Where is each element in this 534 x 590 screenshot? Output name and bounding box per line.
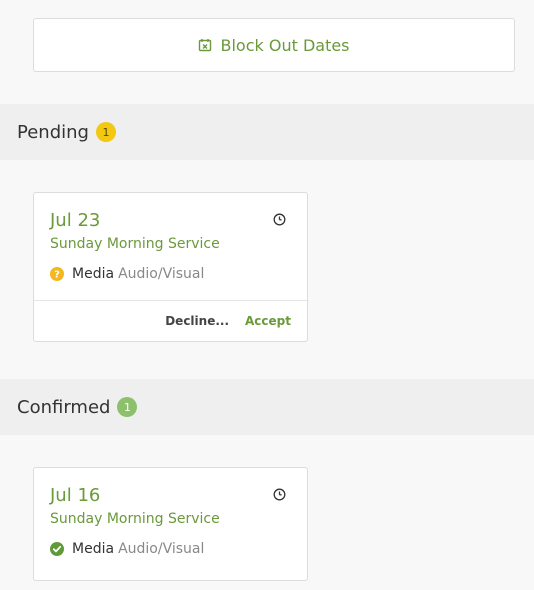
position-name: Audio/Visual <box>118 541 205 557</box>
team-position-row: ? Media Audio/Visual <box>50 266 291 282</box>
svg-text:?: ? <box>54 270 60 281</box>
block-out-dates-button[interactable]: Block Out Dates <box>33 18 515 72</box>
card-service-name[interactable]: Sunday Morning Service <box>50 510 291 528</box>
pending-schedule-card[interactable]: Jul 23 Sunday Morning Service ? Media Au… <box>33 192 308 342</box>
pending-count-badge: 1 <box>95 122 116 142</box>
accept-button[interactable]: Accept <box>245 314 291 328</box>
check-icon <box>50 542 64 556</box>
card-date: Jul 16 <box>50 485 101 506</box>
card-service-name[interactable]: Sunday Morning Service <box>50 235 291 253</box>
clock-icon[interactable] <box>273 213 286 226</box>
team-name: Media <box>72 266 115 282</box>
team-name: Media <box>72 541 115 557</box>
confirmed-section-header: Confirmed 1 <box>0 379 534 435</box>
pending-section-header: Pending 1 <box>0 104 534 160</box>
team-position-row: Media Audio/Visual <box>50 541 291 557</box>
card-actions: Decline... Accept <box>34 300 307 341</box>
confirmed-count-badge: 1 <box>117 397 138 417</box>
position-name: Audio/Visual <box>118 266 205 282</box>
decline-button[interactable]: Decline... <box>165 314 229 328</box>
block-out-dates-label: Block Out Dates <box>220 35 350 55</box>
card-date: Jul 23 <box>50 210 101 231</box>
clock-icon[interactable] <box>273 488 286 501</box>
confirmed-title: Confirmed <box>17 396 111 418</box>
calendar-x-icon <box>199 39 212 52</box>
pending-title: Pending <box>17 121 89 143</box>
confirmed-schedule-card[interactable]: Jul 16 Sunday Morning Service Media Audi… <box>33 467 308 581</box>
question-icon: ? <box>50 267 64 281</box>
